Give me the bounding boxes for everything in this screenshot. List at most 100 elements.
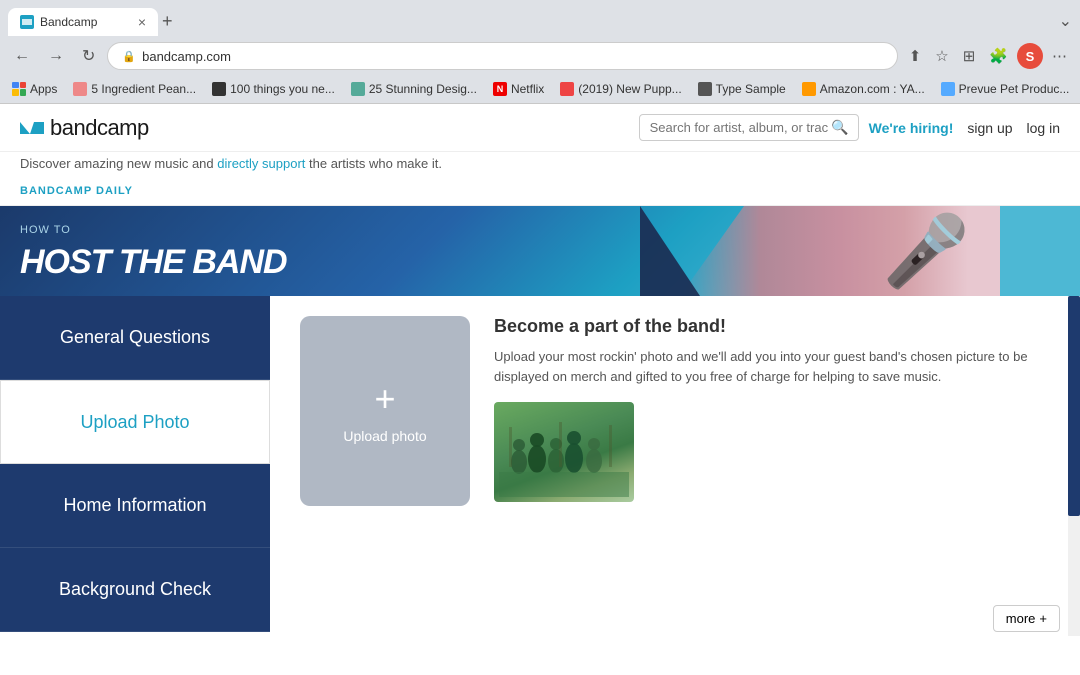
bookmark-netflix[interactable]: N Netflix [489,80,548,98]
directly-support-link[interactable]: directly support [217,156,305,171]
upload-label: Upload photo [343,428,426,444]
browser-chrome: Bandcamp × + ⌄ ← → ↻ 🔒 bandcamp.com ⬆ ☆ … [0,0,1080,104]
bookmark-prevue-label: Prevue Pet Produc... [959,82,1070,96]
forward-button[interactable]: → [42,43,70,69]
subnav: BANDCAMP DAILY [0,175,1080,206]
discover-after: the artists who make it. [305,156,442,171]
bookmark-2-label: 100 things you ne... [230,82,335,96]
signup-button[interactable]: sign up [967,120,1012,136]
bookmark-netflix-label: Netflix [511,82,544,96]
sidebar-item-home[interactable]: Home Information [0,464,270,548]
bookmark-apps[interactable]: Apps [8,80,61,98]
tab-title: Bandcamp [40,15,132,29]
hero-banner: HOW TO HOST THE BAND 🎤 [0,206,1080,296]
hero-howto: HOW TO [20,224,71,236]
bookmark-1-icon [73,82,87,96]
tab-bar: Bandcamp × + ⌄ [0,0,1080,36]
bookmark-6[interactable]: Type Sample [694,80,790,98]
bookmark-3-label: 25 Stunning Desig... [369,82,477,96]
more-button[interactable]: more + [993,605,1060,632]
bookmark-amazon-label: Amazon.com : YA... [820,82,925,96]
address-bar-actions: ⬆ ☆ ⊞ 🧩 S ⋯ [904,43,1072,69]
hiring-link[interactable]: We're hiring! [869,120,954,136]
bookmark-5-label: (2019) New Pupp... [578,82,681,96]
sidebar-label-home: Home Information [63,495,206,516]
extensions-button[interactable]: 🧩 [984,44,1013,68]
user-avatar[interactable]: S [1017,43,1043,69]
bookmark-2[interactable]: 100 things you ne... [208,80,339,98]
prevue-icon [941,82,955,96]
logo-icon [20,118,44,138]
share-button[interactable]: ⬆ [904,44,927,68]
bookmark-3-icon [351,82,365,96]
url-text: bandcamp.com [142,49,231,64]
tab-group-button[interactable]: ⊞ [958,44,981,68]
bookmark-button[interactable]: ☆ [930,44,953,68]
upload-plus-icon: + [374,378,395,420]
logo-text: bandcamp [50,115,149,141]
search-icon: 🔍 [831,119,848,136]
more-icon: + [1039,611,1047,626]
hero-triangle [640,206,700,296]
bookmark-6-label: Type Sample [716,82,786,96]
refresh-button[interactable]: ↻ [76,42,101,70]
hero-person-icon: 🎤 [883,211,970,293]
sidebar-label-upload: Upload Photo [80,412,189,433]
active-tab[interactable]: Bandcamp × [8,8,158,36]
tab-close-button[interactable]: × [138,14,146,30]
scrollbar-thumb[interactable] [1068,296,1080,516]
address-bar: ← → ↻ 🔒 bandcamp.com ⬆ ☆ ⊞ 🧩 S ⋯ [0,36,1080,76]
discover-before: Discover amazing new music and [20,156,217,171]
main-area: General Questions Upload Photo Home Info… [0,296,1080,636]
upload-photo-area[interactable]: + Upload photo [300,316,470,506]
menu-button[interactable]: ⋯ [1047,44,1072,68]
band-photo [494,402,634,502]
apps-icon [12,82,26,96]
sidebar-label-general: General Questions [60,327,210,348]
bookmark-5[interactable]: (2019) New Pupp... [556,80,685,98]
header-nav: We're hiring! sign up log in [869,120,1060,136]
bookmark-amazon[interactable]: Amazon.com : YA... [798,80,929,98]
bookmark-prevue[interactable]: Prevue Pet Produc... [937,80,1074,98]
discover-text: Discover amazing new music and directly … [0,152,1080,175]
sidebar-item-background[interactable]: Background Check [0,548,270,632]
band-info-title: Become a part of the band! [494,316,1038,337]
bookmark-5-icon [560,82,574,96]
bandcamp-header: bandcamp 🔍 We're hiring! sign up log in [0,104,1080,152]
band-info-text: Upload your most rockin' photo and we'll… [494,347,1038,386]
daily-label[interactable]: BANDCAMP DAILY [20,185,133,197]
hero-gradient: 🎤 [680,206,1000,296]
back-button[interactable]: ← [8,43,36,69]
bookmark-apps-label: Apps [30,82,57,96]
bookmark-2-icon [212,82,226,96]
scrollbar[interactable] [1068,296,1080,636]
netflix-icon: N [493,82,507,96]
tab-overflow-button[interactable]: ⌄ [1059,11,1072,31]
search-input[interactable] [639,114,859,141]
bookmark-1-label: 5 Ingredient Pean... [91,82,196,96]
hero-image-area: 🎤 [680,206,1000,296]
amazon-icon [802,82,816,96]
page-content: bandcamp 🔍 We're hiring! sign up log in … [0,104,1080,675]
content-area: + Upload photo Become a part of the band… [270,296,1068,636]
band-silhouette [499,407,629,497]
band-photo-inner [494,402,634,502]
band-info: Become a part of the band! Upload your m… [494,316,1038,616]
login-button[interactable]: log in [1027,120,1060,136]
hero-title: HOST THE BAND [20,243,287,282]
bookmark-6-icon [698,82,712,96]
bookmark-3[interactable]: 25 Stunning Desig... [347,80,481,98]
more-label: more [1006,611,1036,626]
tab-favicon [20,15,34,29]
url-bar[interactable]: 🔒 bandcamp.com [107,42,897,70]
sidebar-item-upload[interactable]: Upload Photo [0,380,270,464]
search-area: 🔍 [639,114,859,141]
sidebar: General Questions Upload Photo Home Info… [0,296,270,636]
sidebar-label-background: Background Check [59,579,211,600]
new-tab-button[interactable]: + [162,11,173,32]
bandcamp-logo[interactable]: bandcamp [20,115,149,141]
bookmark-1[interactable]: 5 Ingredient Pean... [69,80,200,98]
bookmarks-bar: Apps 5 Ingredient Pean... 100 things you… [0,76,1080,104]
lock-icon: 🔒 [122,50,136,63]
sidebar-item-general[interactable]: General Questions [0,296,270,380]
